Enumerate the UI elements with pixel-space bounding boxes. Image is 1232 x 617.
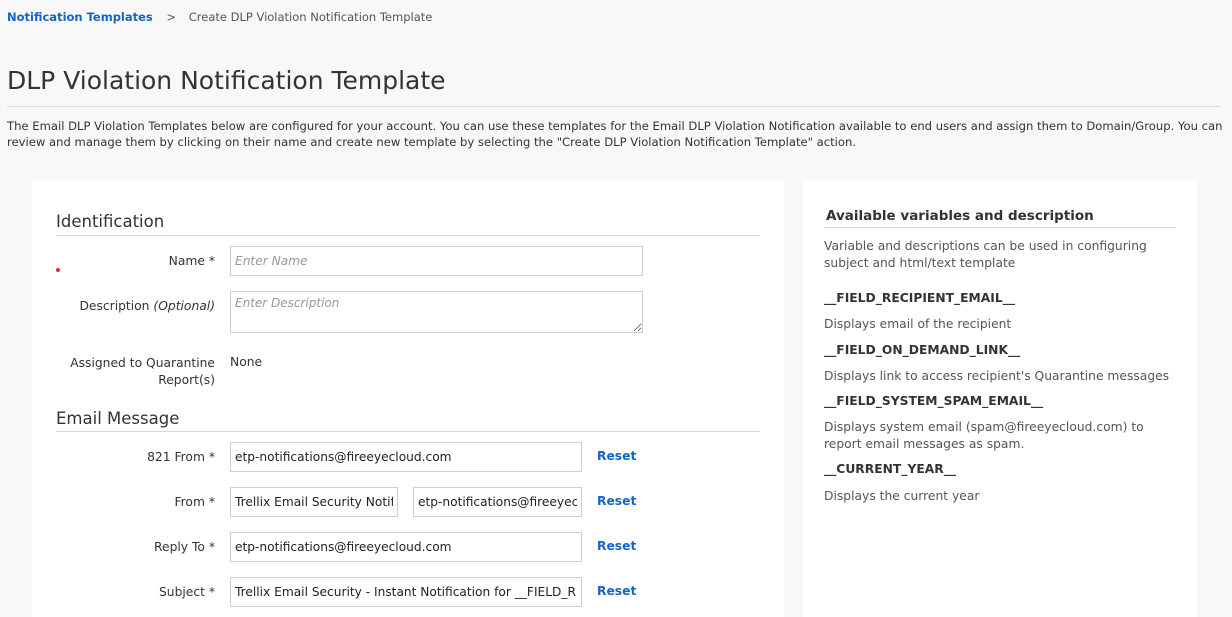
variables-panel: Available variables and description Vari… — [803, 179, 1197, 617]
description-label: Description (Optional) — [79, 298, 215, 315]
assigned-quarantine-value: None — [230, 355, 263, 369]
variables-panel-divider — [824, 227, 1176, 228]
assigned-quarantine-label: Assigned to Quarantine Report(s) — [70, 356, 215, 387]
page-intro: The Email DLP Violation Templates below … — [7, 119, 1223, 149]
reset-from-821-button[interactable]: Reset — [597, 449, 636, 463]
reset-subject-button[interactable]: Reset — [597, 584, 636, 598]
reply-to-label: Reply To * — [154, 540, 215, 554]
title-divider — [7, 106, 1221, 107]
description-textarea[interactable] — [230, 291, 643, 333]
from-821-label: 821 From * — [147, 450, 215, 464]
variable-name: __FIELD_SYSTEM_SPAM_EMAIL__ — [824, 394, 1044, 408]
breadcrumb: Notification Templates > Create DLP Viol… — [7, 10, 432, 24]
subject-label: Subject * — [158, 585, 215, 599]
from-email-input[interactable] — [413, 487, 582, 517]
breadcrumb-separator: > — [166, 10, 177, 24]
variable-description: Displays link to access recipient's Quar… — [824, 369, 1170, 383]
name-input[interactable] — [230, 246, 643, 276]
reply-to-input[interactable] — [230, 532, 582, 562]
variable-name: __FIELD_RECIPIENT_EMAIL__ — [824, 291, 1016, 305]
reset-from-button[interactable]: Reset — [597, 494, 636, 508]
variable-name: __FIELD_ON_DEMAND_LINK__ — [824, 343, 1021, 357]
template-form-panel: Identification Name * Description (Optio… — [32, 179, 784, 617]
from-name-input[interactable] — [230, 487, 398, 517]
reset-reply-to-button[interactable]: Reset — [597, 539, 636, 553]
variable-description: Displays email of the recipient — [824, 317, 1012, 331]
section-title-email-message: Email Message — [56, 409, 180, 428]
variable-name: __CURRENT_YEAR__ — [824, 462, 957, 476]
name-label: Name * — [168, 254, 215, 268]
section-divider-identification — [56, 235, 760, 236]
section-title-identification: Identification — [56, 212, 165, 231]
breadcrumb-link-notification-templates[interactable]: Notification Templates — [7, 10, 153, 24]
from-821-input[interactable] — [230, 442, 582, 472]
section-divider-email-message — [56, 431, 760, 432]
description-label-text: Description — [79, 299, 150, 313]
variables-panel-intro: Variable and descriptions can be used in… — [824, 239, 1147, 270]
variable-description: Displays the current year — [824, 489, 980, 503]
required-marker — [56, 268, 60, 272]
variable-description: Displays system email (spam@fireeyecloud… — [824, 420, 1144, 451]
description-optional-text: (Optional) — [153, 299, 215, 313]
page-title: DLP Violation Notification Template — [7, 66, 446, 95]
breadcrumb-current: Create DLP Violation Notification Templa… — [188, 10, 433, 24]
subject-input[interactable] — [230, 577, 582, 607]
variables-panel-title: Available variables and description — [826, 208, 1094, 224]
from-label: From * — [174, 495, 215, 509]
